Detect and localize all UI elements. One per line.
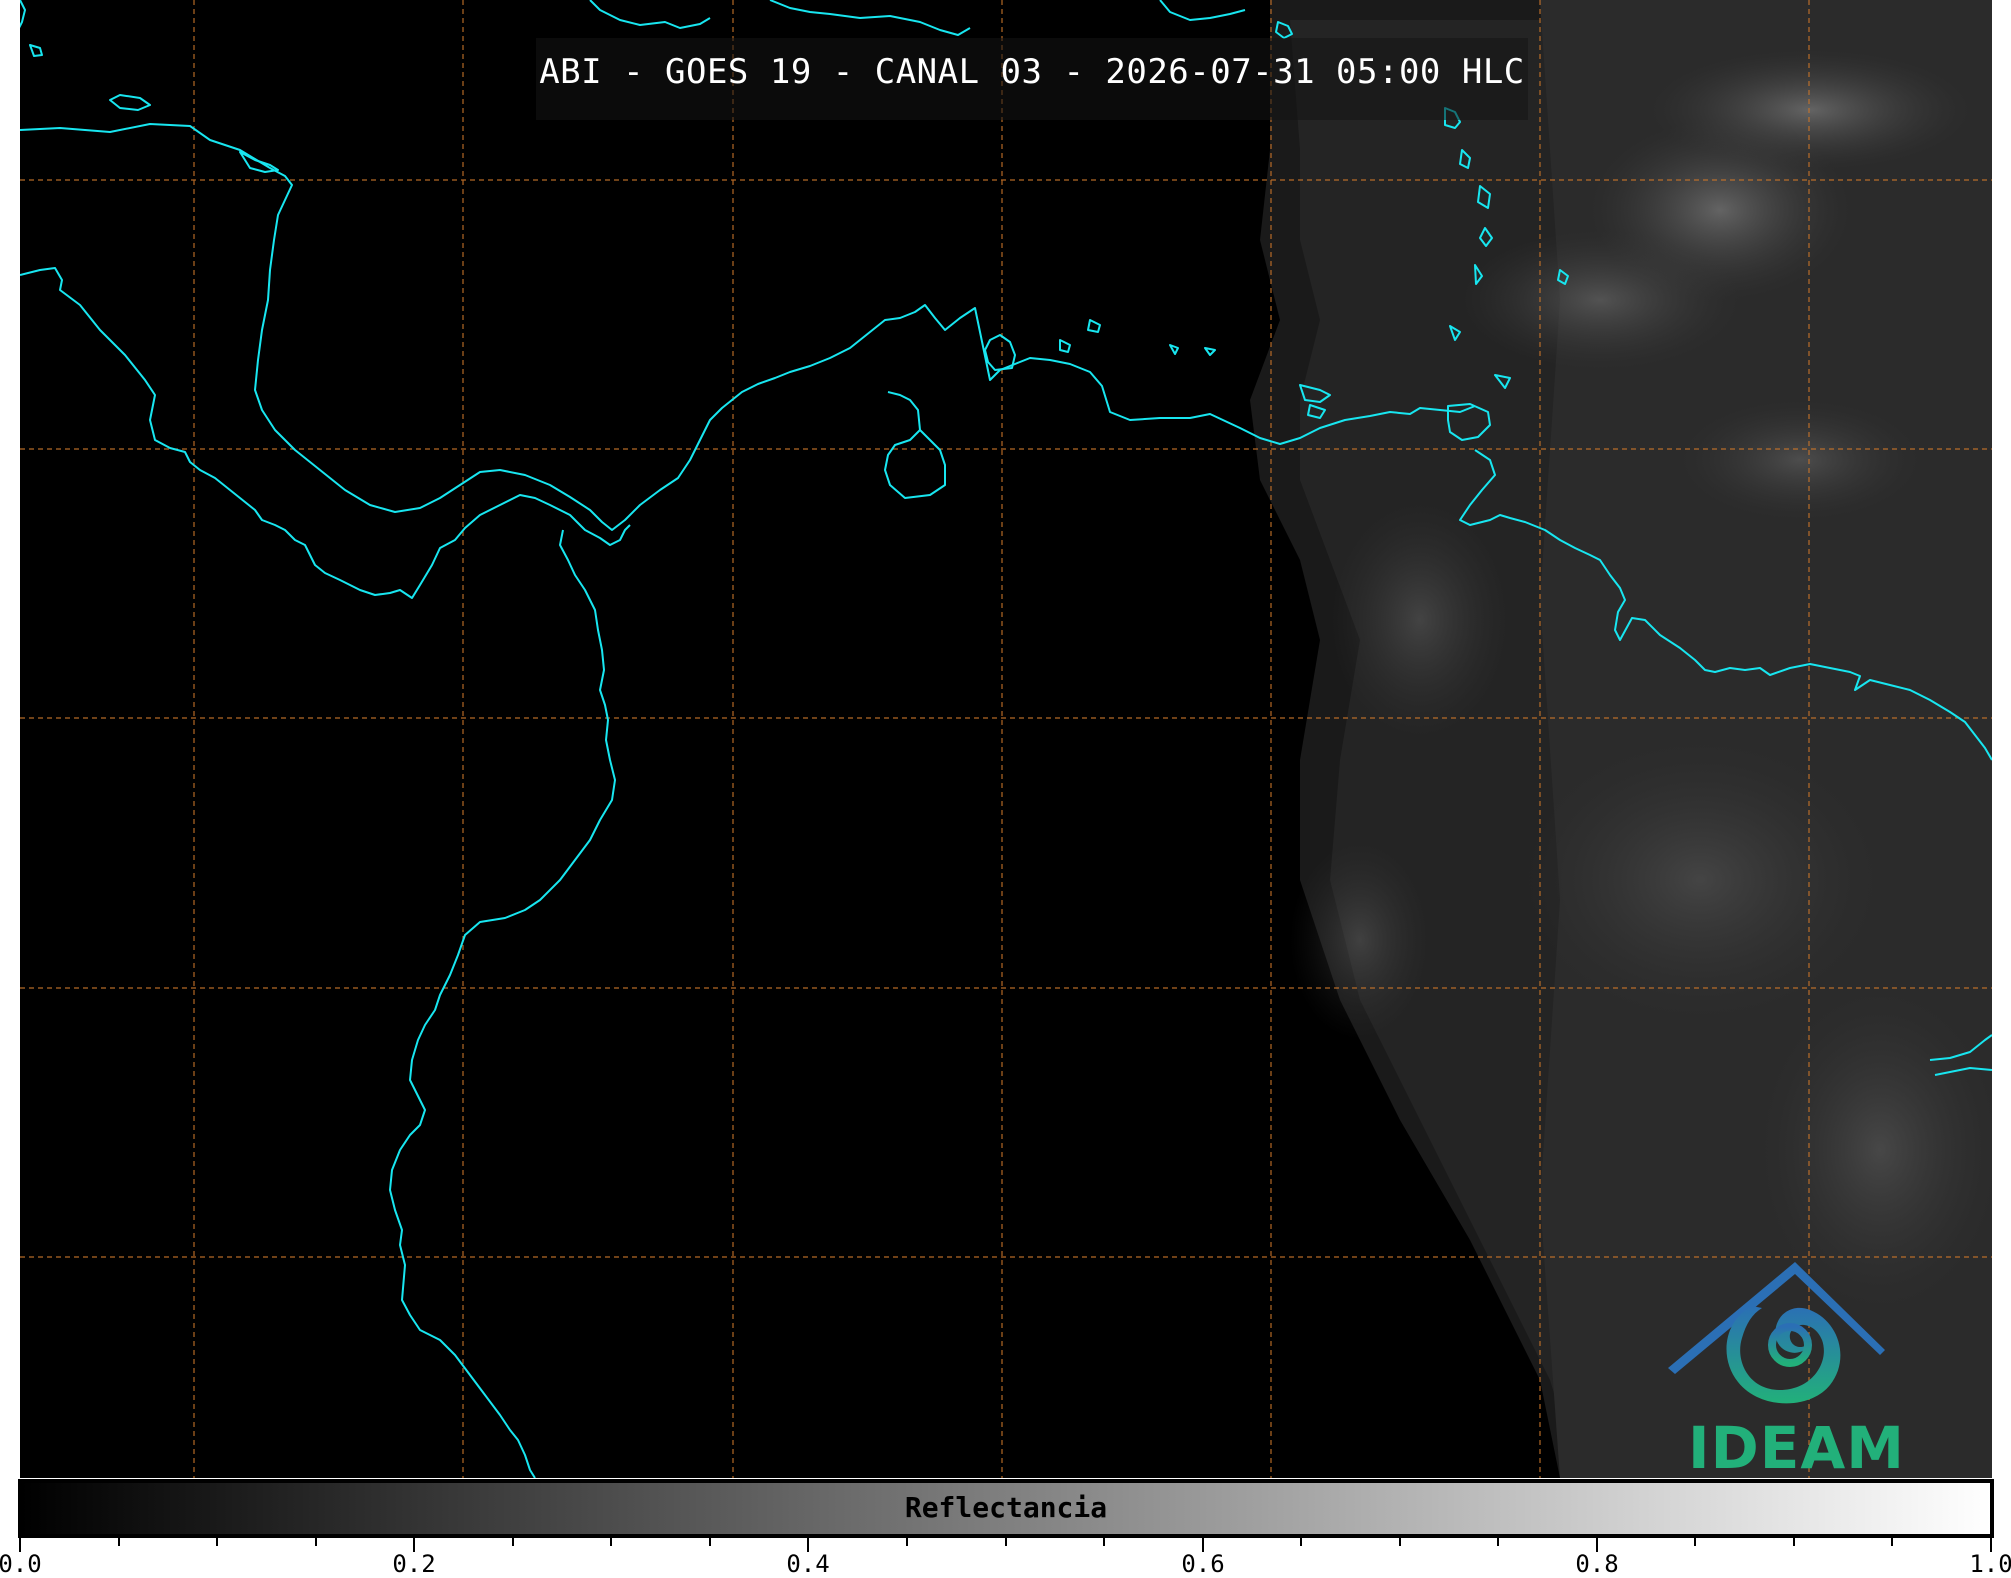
colorbar-tick-label: 0.4 xyxy=(786,1550,830,1578)
colorbar-tick-label: 0.6 xyxy=(1181,1550,1225,1578)
colorbar-tick-label: 1.0 xyxy=(1969,1550,2011,1578)
map-title: ABI - GOES 19 - CANAL 03 - 2026-07-31 05… xyxy=(539,52,1525,92)
colorbar-label: Reflectancia xyxy=(904,1491,1108,1524)
satellite-map xyxy=(18,0,1994,1552)
colorbar-tick-label: 0.8 xyxy=(1575,1550,1619,1578)
ideam-logo-text: IDEAM xyxy=(1688,1414,1905,1482)
colorbar-ticks xyxy=(19,1536,1992,1552)
colorbar-tick-label: 0.0 xyxy=(0,1550,42,1578)
colorbar-tick-label: 0.2 xyxy=(392,1550,436,1578)
